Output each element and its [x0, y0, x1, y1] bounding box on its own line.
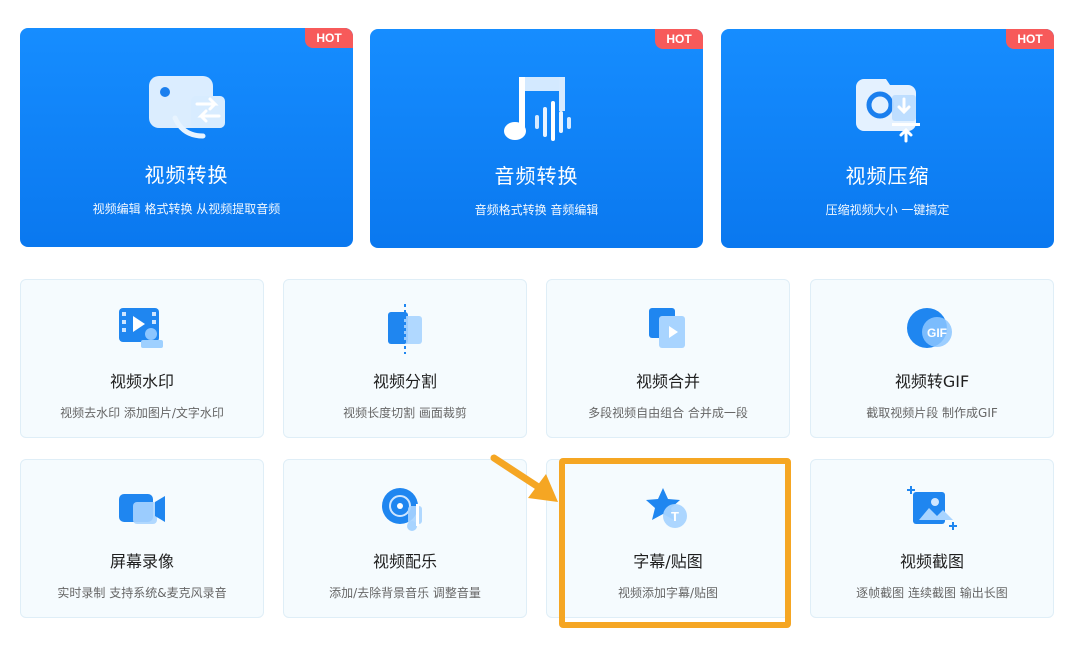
card-description: 音频格式转换 音频编辑: [474, 203, 599, 217]
card-title: 视频转换: [144, 163, 229, 187]
video-convert-icon: [147, 72, 227, 148]
tool-title: 视频截图: [899, 552, 964, 571]
gif-icon-label: GIF: [927, 326, 947, 340]
screenshot-icon: [905, 484, 959, 534]
tool-title: 视频合并: [635, 372, 700, 391]
tool-description: 逐帧截图 连续截图 输出长图: [856, 586, 1008, 600]
video-convert-card[interactable]: HOT 视频转换 视频编辑 格式转换 从视频提取音频: [20, 28, 353, 247]
hot-badge: HOT: [305, 28, 353, 48]
screen-record-icon: [115, 484, 169, 534]
tool-description: 实时录制 支持系统&麦克风录音: [57, 586, 227, 600]
tool-description: 视频去水印 添加图片/文字水印: [60, 406, 224, 420]
video-merge-card[interactable]: 视频合并 多段视频自由组合 合并成一段: [546, 279, 790, 438]
video-music-card[interactable]: 视频配乐 添加/去除背景音乐 调整音量: [283, 459, 527, 618]
card-description: 视频编辑 格式转换 从视频提取音频: [92, 202, 281, 216]
hot-badge: HOT: [1006, 29, 1054, 49]
split-icon: [378, 304, 432, 354]
tool-description: 截取视频片段 制作成GIF: [866, 406, 998, 420]
video-compress-card[interactable]: HOT 视频压缩 压缩视频大小 一键搞定: [721, 29, 1054, 248]
gif-icon: GIF: [905, 304, 959, 354]
tool-description: 多段视频自由组合 合并成一段: [588, 406, 748, 420]
video-to-gif-card[interactable]: GIF 视频转GIF 截取视频片段 制作成GIF: [810, 279, 1054, 438]
merge-icon: [641, 304, 695, 354]
tool-title: 视频水印: [109, 372, 174, 391]
card-title: 视频压缩: [845, 164, 930, 188]
video-split-card[interactable]: 视频分割 视频长度切割 画面裁剪: [283, 279, 527, 438]
tool-title: 视频分割: [372, 372, 437, 391]
tool-title: 字幕/贴图: [633, 552, 703, 571]
tool-description: 视频长度切割 画面裁剪: [343, 406, 467, 420]
tool-description: 添加/去除背景音乐 调整音量: [329, 586, 481, 600]
subtitle-icon-label: T: [671, 509, 679, 524]
tool-description: 视频添加字幕/贴图: [617, 586, 719, 600]
subtitle-star-icon: T: [641, 484, 695, 534]
tool-title: 屏幕录像: [109, 552, 174, 571]
audio-convert-card[interactable]: HOT 音频转换 音频格式转换 音频编辑: [370, 29, 703, 248]
tool-grid: HOT 视频转换 视频编辑 格式转换 从视频提取音频 HOT 音频转换 音频格式…: [0, 0, 1079, 651]
card-description: 压缩视频大小 一键搞定: [825, 203, 950, 217]
music-disc-icon: [378, 484, 432, 534]
video-screenshot-card[interactable]: 视频截图 逐帧截图 连续截图 输出长图: [810, 459, 1054, 618]
compress-icon: [848, 73, 928, 149]
tool-title: 视频配乐: [372, 552, 437, 571]
hot-badge: HOT: [655, 29, 703, 49]
card-title: 音频转换: [494, 164, 579, 188]
subtitle-sticker-card[interactable]: T 字幕/贴图 视频添加字幕/贴图: [546, 459, 790, 618]
video-watermark-card[interactable]: 视频水印 视频去水印 添加图片/文字水印: [20, 279, 264, 438]
screen-record-card[interactable]: 屏幕录像 实时录制 支持系统&麦克风录音: [20, 459, 264, 618]
music-note-icon: [497, 73, 577, 149]
watermark-icon: [115, 304, 169, 354]
tool-title: 视频转GIF: [894, 372, 970, 391]
